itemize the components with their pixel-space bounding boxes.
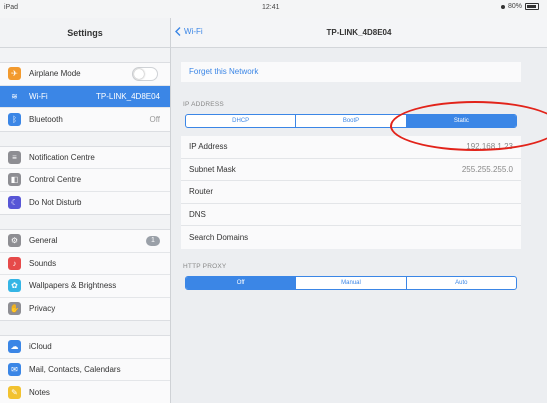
field-value[interactable]: 192.168.1.23 bbox=[466, 142, 513, 151]
battery-indicator: 80% bbox=[500, 3, 539, 10]
settings-group: ☁ iCloud ✉ Mail, Contacts, Calendars ✎ Notes bbox=[0, 335, 170, 403]
wifi-detail-panel: Wi-Fi TP-LINK_4D8E04 Forget this Network… bbox=[171, 18, 547, 403]
sidebar-item-notes[interactable]: ✎ Notes bbox=[0, 381, 170, 403]
sidebar-item-label: Control Centre bbox=[29, 175, 82, 185]
sidebar-item-label: Wallpapers & Brightness bbox=[29, 281, 117, 291]
ip-dhcp-segment[interactable]: DHCP bbox=[186, 115, 297, 127]
clock: 12:41 bbox=[262, 4, 280, 11]
moon-icon: ☾ bbox=[8, 196, 21, 210]
forget-network-button[interactable]: Forget this Network bbox=[181, 62, 521, 82]
sidebar-item-bluetooth[interactable]: ᛒ Bluetooth Off bbox=[0, 108, 170, 131]
sidebar-item-control-centre[interactable]: ◧ Control Centre bbox=[0, 169, 170, 192]
sidebar-item-mail-contacts-calendars[interactable]: ✉ Mail, Contacts, Calendars bbox=[0, 359, 170, 381]
ip-bootp-segment[interactable]: BootP bbox=[296, 115, 407, 127]
cloud-icon: ☁ bbox=[8, 340, 21, 354]
proxy-manual-segment[interactable]: Manual bbox=[296, 277, 407, 289]
sidebar-item-label: Mail, Contacts, Calendars bbox=[29, 364, 121, 374]
sidebar-item-wi-fi[interactable]: ≋ Wi-Fi TP-LINK_4D8E04 bbox=[0, 85, 170, 108]
field-label: Subnet Mask bbox=[189, 164, 236, 174]
settings-group: ≡ Notification Centre ◧ Control Centre ☾ Do N… bbox=[0, 145, 170, 215]
sidebar-item-general[interactable]: ⚙ General 1 bbox=[0, 230, 170, 253]
sidebar-item-airplane-mode[interactable]: ✈ Airplane Mode bbox=[0, 63, 170, 86]
ip-static-segment[interactable]: Static bbox=[406, 115, 516, 127]
gear-icon: ⚙ bbox=[8, 234, 21, 248]
sidebar-item-label: General bbox=[29, 236, 58, 246]
group-gap bbox=[0, 132, 170, 146]
status-bar: iPad 12:41 80% bbox=[0, 0, 547, 18]
sidebar-item-label: Sounds bbox=[29, 258, 57, 268]
settings-sidebar: Settings ✈ Airplane Mode ≋ Wi-Fi TP-LINK_4D8… bbox=[0, 18, 171, 403]
bluetooth-icon: ᛒ bbox=[8, 112, 21, 126]
sidebar-item-wallpapers-brightness[interactable]: ✿ Wallpapers & Brightness bbox=[0, 275, 170, 298]
ip-address-field[interactable]: IP Address 192.168.1.23 bbox=[181, 136, 521, 159]
battery-percent: 80% bbox=[507, 3, 522, 10]
sidebar-groups: ✈ Airplane Mode ≋ Wi-Fi TP-LINK_4D8E04 ᛒ Bluet… bbox=[0, 48, 170, 403]
navigation-bar: Wi-Fi TP-LINK_4D8E04 bbox=[171, 18, 547, 48]
battery-icon bbox=[525, 3, 539, 10]
ip-mode-segmented-control: DHCP BootP Static bbox=[185, 114, 517, 128]
update-badge: 1 bbox=[146, 235, 160, 246]
field-label: Search Domains bbox=[189, 232, 249, 242]
group-gap bbox=[0, 48, 170, 62]
sidebar-item-label: iCloud bbox=[29, 342, 52, 352]
ipad-screen: iPad 12:41 80% Settings ✈ Airplane Mode ≋ W… bbox=[0, 0, 547, 403]
sidebar-item-detail: Off bbox=[149, 114, 160, 124]
sidebar-item-privacy[interactable]: ✋ Privacy bbox=[0, 298, 170, 321]
ip-fields-table: IP Address 192.168.1.23 Subnet Mask 255.255… bbox=[181, 136, 521, 249]
settings-group: ⚙ General 1 ♪ Sounds ✿ Wallpapers & Brightness… bbox=[0, 229, 170, 321]
flower-icon: ✿ bbox=[8, 279, 21, 293]
sidebar-item-do-not-disturb[interactable]: ☾ Do Not Disturb bbox=[0, 192, 170, 215]
router-field[interactable]: Router bbox=[181, 181, 521, 204]
sidebar-item-notification-centre[interactable]: ≡ Notification Centre bbox=[0, 147, 170, 169]
notes-icon: ✎ bbox=[8, 385, 21, 399]
control-centre-icon: ◧ bbox=[8, 173, 21, 187]
notification-icon: ≡ bbox=[8, 150, 21, 164]
proxy-mode-segmented-control: Off Manual Auto bbox=[185, 276, 517, 290]
sidebar-item-label: Notification Centre bbox=[29, 152, 95, 162]
sidebar-item-label: Wi-Fi bbox=[29, 91, 48, 101]
sidebar-item-label: Privacy bbox=[29, 304, 56, 314]
mail-icon: ✉ bbox=[8, 362, 21, 376]
sidebar-item-sounds[interactable]: ♪ Sounds bbox=[0, 253, 170, 275]
sidebar-item-label: Airplane Mode bbox=[29, 69, 81, 79]
device-name: iPad bbox=[4, 4, 19, 11]
search-domains-field[interactable]: Search Domains bbox=[181, 226, 521, 249]
settings-group: ✈ Airplane Mode ≋ Wi-Fi TP-LINK_4D8E04 ᛒ Bluet… bbox=[0, 62, 170, 132]
proxy-auto-segment[interactable]: Auto bbox=[407, 277, 516, 289]
group-gap bbox=[0, 215, 170, 229]
network-title: TP-LINK_4D8E04 bbox=[326, 28, 392, 37]
sidebar-item-label: Bluetooth bbox=[29, 114, 63, 124]
sidebar-item-detail: TP-LINK_4D8E04 bbox=[95, 91, 160, 101]
http-proxy-section-label: HTTP PROXY bbox=[183, 263, 227, 270]
field-value[interactable]: 255.255.255.0 bbox=[462, 165, 513, 174]
field-label: DNS bbox=[189, 209, 206, 219]
airplane-mode-toggle[interactable] bbox=[132, 66, 158, 81]
airplane-icon: ✈ bbox=[8, 67, 21, 81]
lock-rotation-icon bbox=[500, 4, 505, 9]
proxy-off-segment[interactable]: Off bbox=[186, 277, 297, 289]
sidebar-item-icloud[interactable]: ☁ iCloud bbox=[0, 336, 170, 359]
group-gap bbox=[0, 321, 170, 335]
ip-address-section-label: IP ADDRESS bbox=[183, 101, 224, 108]
field-label: Router bbox=[189, 187, 214, 197]
hand-icon: ✋ bbox=[8, 302, 21, 316]
subnet-mask-field[interactable]: Subnet Mask 255.255.255.0 bbox=[181, 159, 521, 181]
dns-field[interactable]: DNS bbox=[181, 204, 521, 226]
sidebar-item-label: Do Not Disturb bbox=[29, 198, 82, 208]
wifi-icon: ≋ bbox=[8, 89, 21, 103]
field-label: IP Address bbox=[189, 142, 228, 152]
sidebar-title: Settings bbox=[0, 18, 170, 48]
speaker-icon: ♪ bbox=[8, 256, 21, 270]
sidebar-item-label: Notes bbox=[29, 387, 50, 397]
